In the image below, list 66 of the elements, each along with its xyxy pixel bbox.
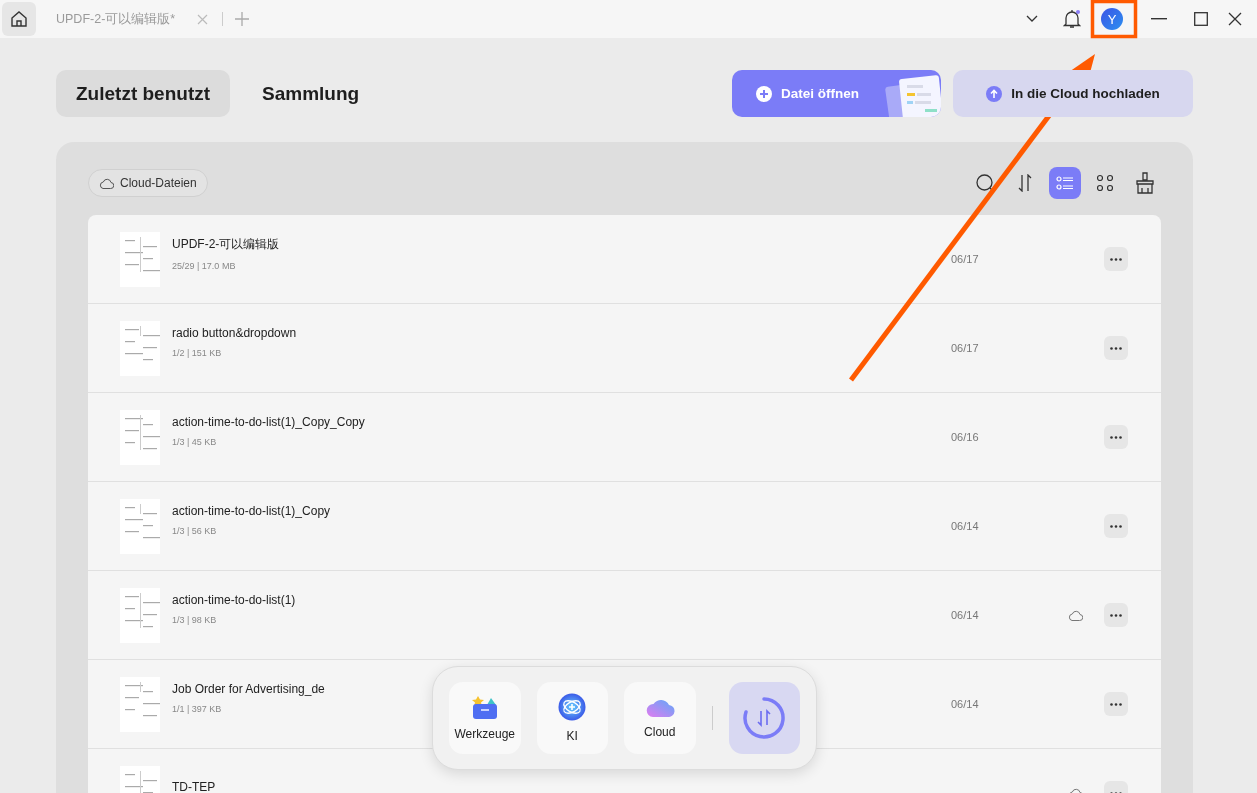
ai-orb-icon bbox=[558, 693, 587, 721]
more-options-button[interactable] bbox=[1104, 692, 1128, 716]
file-date: 06/14 bbox=[951, 609, 979, 621]
sync-button[interactable] bbox=[728, 682, 800, 754]
chevron-down-icon[interactable] bbox=[1026, 15, 1038, 23]
home-button[interactable] bbox=[2, 2, 36, 36]
document-thumbnail bbox=[120, 320, 160, 376]
more-options-button[interactable] bbox=[1104, 425, 1128, 449]
file-name: TD-TEP bbox=[172, 780, 217, 793]
file-name: action-time-to-do-list(1)_Copy bbox=[172, 504, 332, 518]
file-name: action-time-to-do-list(1)_Copy_Copy bbox=[172, 415, 366, 429]
more-icon bbox=[1110, 524, 1122, 528]
file-name: action-time-to-do-list(1) bbox=[172, 593, 297, 607]
list-view-icon bbox=[1056, 175, 1074, 191]
user-avatar[interactable]: Y bbox=[1101, 8, 1123, 30]
upload-icon bbox=[986, 85, 1003, 102]
view-tab[interactable]: Sammlung bbox=[242, 70, 380, 117]
plus-icon bbox=[756, 85, 772, 102]
search-icon[interactable] bbox=[975, 173, 995, 193]
document-thumbnail bbox=[120, 498, 160, 554]
document-thumbnail bbox=[120, 587, 160, 643]
more-icon bbox=[1110, 702, 1122, 706]
dock-item[interactable]: KI bbox=[536, 682, 608, 754]
file-date: 06/14 bbox=[951, 520, 979, 532]
home-icon bbox=[10, 10, 28, 28]
cloud-icon bbox=[99, 177, 114, 189]
sync-icon bbox=[743, 697, 786, 739]
file-name: Job Order for Advertising_de bbox=[172, 682, 326, 696]
minimize-icon[interactable] bbox=[1151, 18, 1167, 20]
dock-item[interactable]: Cloud bbox=[624, 682, 696, 754]
maximize-icon[interactable] bbox=[1194, 12, 1208, 26]
more-icon bbox=[1110, 346, 1122, 350]
file-info: 1/1 | 397 KB bbox=[172, 704, 223, 714]
more-icon bbox=[1110, 257, 1122, 261]
file-date: 06/14 bbox=[951, 698, 979, 710]
more-icon bbox=[1110, 613, 1122, 617]
more-options-button[interactable] bbox=[1104, 336, 1128, 360]
more-options-button[interactable] bbox=[1104, 247, 1128, 271]
file-name: radio button&dropdown bbox=[172, 326, 298, 340]
document-thumbnail bbox=[120, 231, 160, 287]
grid-view-icon bbox=[1096, 174, 1114, 192]
document-thumbnail bbox=[120, 409, 160, 465]
file-info: 25/29 | 17.0 MB bbox=[172, 260, 237, 271]
file-info: 1/3 | 98 KB bbox=[172, 615, 218, 625]
document-thumbnail bbox=[120, 676, 160, 732]
close-icon[interactable] bbox=[1228, 12, 1242, 26]
file-info: 1/2 | 151 KB bbox=[172, 348, 223, 358]
toolbox-icon bbox=[471, 695, 498, 719]
file-date: 06/17 bbox=[951, 253, 979, 265]
more-options-button[interactable] bbox=[1104, 514, 1128, 538]
file-name: UPDF-2-可以编辑版 bbox=[172, 235, 281, 253]
more-icon bbox=[1110, 435, 1122, 439]
dock-item[interactable]: Werkzeuge bbox=[449, 682, 521, 754]
file-info: 1/3 | 56 KB bbox=[172, 526, 218, 536]
cloud-files-filter[interactable]: Cloud-Dateien bbox=[88, 169, 208, 197]
file-info: 1/3 | 45 KB bbox=[172, 437, 218, 447]
cloud-icon bbox=[644, 697, 675, 717]
highlight-frame bbox=[1090, 0, 1138, 39]
notification-bell-icon[interactable] bbox=[1063, 9, 1081, 29]
file-date: 06/17 bbox=[951, 342, 979, 354]
upload-to-cloud-button[interactable]: In die Cloud hochladen bbox=[953, 70, 1193, 117]
more-options-button[interactable] bbox=[1104, 603, 1128, 627]
sort-icon[interactable] bbox=[1017, 174, 1033, 192]
view-tab[interactable]: Zuletzt benutzt bbox=[56, 70, 231, 117]
file-date: 06/16 bbox=[951, 431, 979, 443]
broom-icon[interactable] bbox=[1134, 172, 1156, 194]
